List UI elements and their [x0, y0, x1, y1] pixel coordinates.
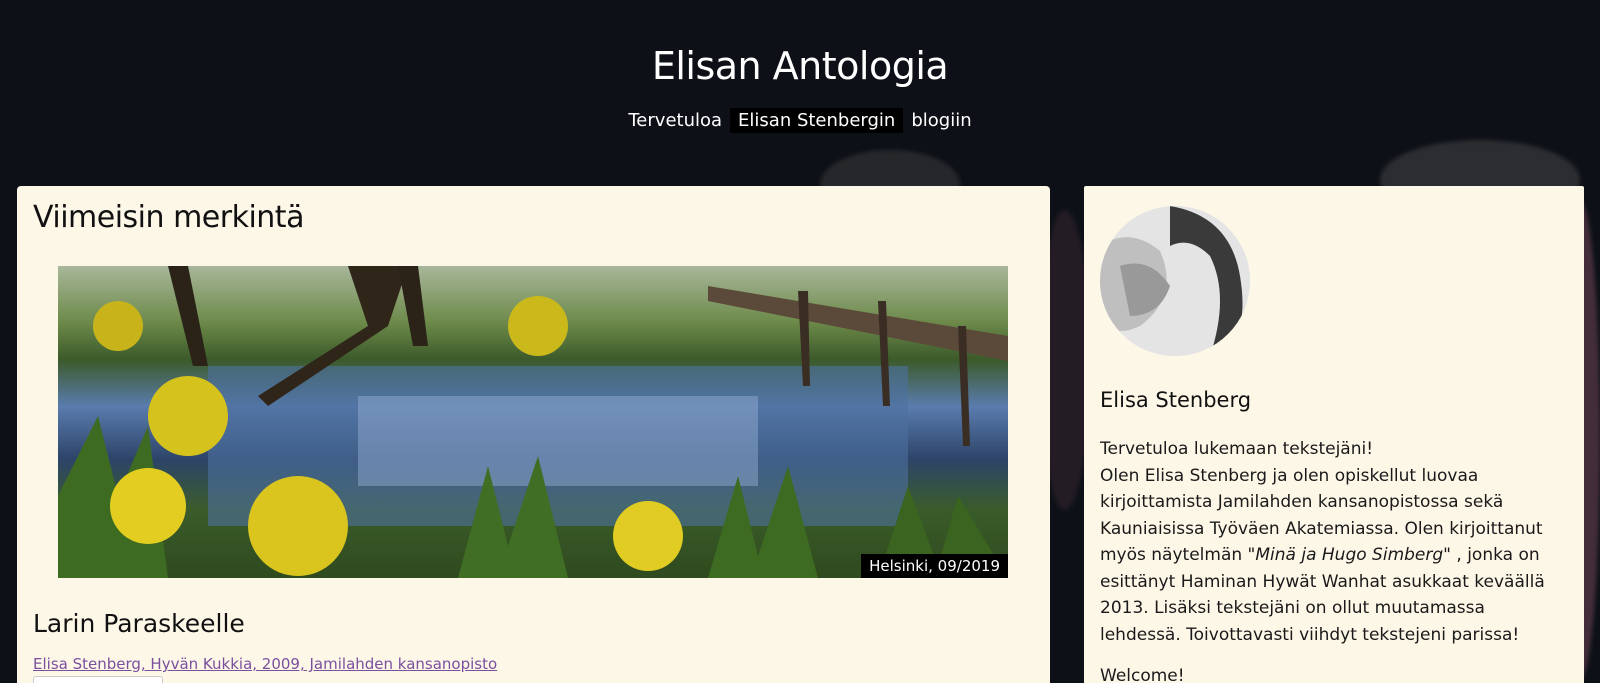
tagline-after: blogiin [911, 110, 972, 131]
site-header: Elisan Antologia Tervetuloa Elisan Stenb… [0, 0, 1600, 170]
author-name: Elisa Stenberg [1100, 388, 1252, 412]
bio-intro: Tervetuloa lukemaan tekstejäni! [1100, 439, 1374, 459]
welcome-text: Welcome! [1100, 666, 1185, 683]
about-sidebar: Elisa Stenberg Tervetuloa lukemaan tekst… [1084, 186, 1584, 683]
photo-caption: Helsinki, 09/2019 [861, 554, 1008, 578]
avatar [1100, 206, 1250, 356]
site-title[interactable]: Elisan Antologia [0, 44, 1600, 88]
post-photo: Helsinki, 09/2019 [58, 266, 1008, 578]
tagline-before: Tervetuloa [628, 110, 723, 131]
latest-post-card: Viimeisin merkintä Helsinki, 09/2019 Lar… [17, 186, 1050, 683]
tagline-highlight: Elisan Stenbergin [730, 108, 904, 133]
tagline: Tervetuloa Elisan Stenbergin blogiin [0, 108, 1600, 133]
post-meta-link[interactable]: Elisa Stenberg, Hyvän Kukkia, 2009, Jami… [33, 655, 497, 673]
bio-play-title: "Minä ja Hugo Simberg" [1247, 545, 1451, 565]
post-title[interactable]: Larin Paraskeelle [33, 609, 245, 638]
bio-body: Olen Elisa Stenberg ja olen opiskellut l… [1100, 463, 1570, 649]
read-more-button[interactable] [33, 676, 163, 683]
author-bio: Tervetuloa lukemaan tekstejäni! Olen Eli… [1100, 436, 1570, 648]
latest-post-heading: Viimeisin merkintä [33, 200, 304, 235]
